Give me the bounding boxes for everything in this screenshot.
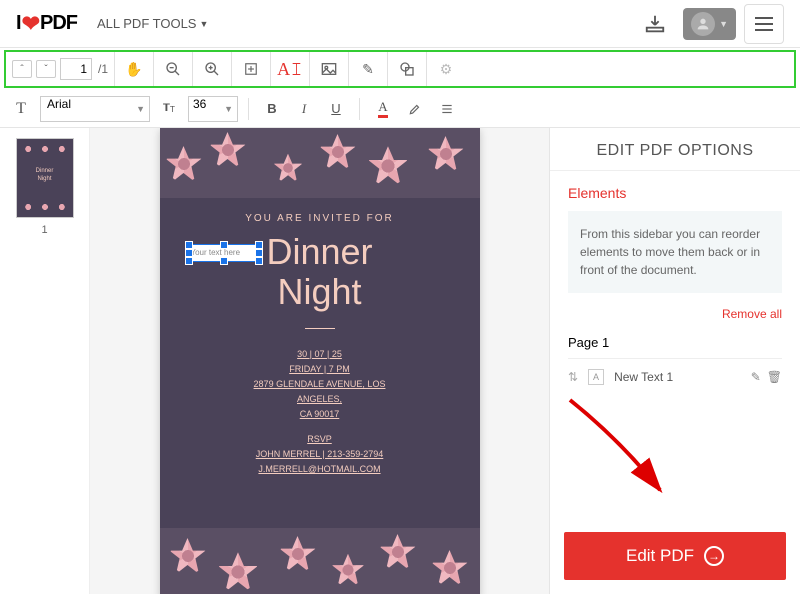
- delete-element-icon[interactable]: 🗑: [767, 370, 782, 384]
- address-line: 2879 GLENDALE AVENUE, LOS: [160, 377, 480, 392]
- resize-handle[interactable]: [185, 257, 193, 265]
- text-format-toolbar: T Arial ▼ 𝗧T 36 ▼ B I U A: [0, 90, 800, 128]
- caret-down-icon: ▼: [136, 104, 145, 114]
- caret-down-icon: ▼: [199, 19, 208, 29]
- day-text: FRIDAY | 7 PM: [160, 362, 480, 377]
- shapes-icon[interactable]: [394, 56, 420, 82]
- text-tool-icon[interactable]: T: [8, 96, 34, 122]
- hamburger-menu[interactable]: [744, 4, 784, 44]
- zoom-in-icon[interactable]: [199, 56, 225, 82]
- logo-i: I: [16, 12, 21, 35]
- size-value: 36: [193, 97, 206, 111]
- font-family-select[interactable]: Arial ▼: [40, 96, 150, 122]
- page-total: /1: [98, 62, 108, 76]
- font-size-icon: 𝗧T: [156, 96, 182, 122]
- text-element-icon: A: [588, 369, 604, 385]
- font-size-select[interactable]: 36 ▼: [188, 96, 238, 122]
- thumbnail-panel: DinnerNight 1: [0, 128, 90, 594]
- elements-section-label: Elements: [568, 185, 782, 201]
- reorder-icon[interactable]: ⇅: [568, 370, 578, 384]
- highlight-button[interactable]: [402, 96, 428, 122]
- selected-text-element[interactable]: Your text here: [188, 244, 260, 262]
- invited-text: YOU ARE INVITED FOR: [160, 213, 480, 224]
- spacing-button[interactable]: [434, 96, 460, 122]
- element-list-item[interactable]: ⇅ A New Text 1 ✎ 🗑: [568, 359, 782, 395]
- resize-handle[interactable]: [185, 241, 193, 249]
- page-thumbnail[interactable]: DinnerNight: [16, 138, 74, 218]
- main-toolbar: ˆ ˇ /1 ✋ A𝙸 ✎ ⚙: [4, 50, 796, 88]
- resize-handle[interactable]: [255, 257, 263, 265]
- resize-handle[interactable]: [220, 257, 228, 265]
- resize-handle[interactable]: [255, 249, 263, 257]
- hand-tool-icon[interactable]: ✋: [121, 56, 147, 82]
- fit-page-icon[interactable]: [238, 56, 264, 82]
- caret-down-icon: ▼: [719, 19, 728, 29]
- logo[interactable]: I ❤ PDF: [16, 11, 77, 37]
- contact-text: JOHN MERREL | 213-359-2794: [160, 447, 480, 462]
- element-name: New Text 1: [614, 370, 673, 384]
- address-line: ANGELES,: [160, 392, 480, 407]
- edit-pdf-button[interactable]: Edit PDF →: [564, 532, 786, 580]
- resize-handle[interactable]: [220, 241, 228, 249]
- download-icon[interactable]: [635, 4, 675, 44]
- edit-element-icon[interactable]: ✎: [751, 370, 761, 384]
- font-color-button[interactable]: A: [370, 96, 396, 122]
- resize-handle[interactable]: [255, 241, 263, 249]
- font-value: Arial: [47, 97, 71, 111]
- zoom-out-icon[interactable]: [160, 56, 186, 82]
- sidebar-title: EDIT PDF OPTIONS: [550, 128, 800, 171]
- account-menu[interactable]: ▼: [683, 8, 736, 40]
- next-page-button[interactable]: ˇ: [36, 60, 56, 78]
- email-text: J.MERRELL@HOTMAIL.COM: [160, 462, 480, 477]
- rsvp-label: RSVP: [160, 432, 480, 447]
- resize-handle[interactable]: [185, 249, 193, 257]
- italic-button[interactable]: I: [291, 96, 317, 122]
- heart-icon: ❤: [22, 11, 39, 37]
- date-text: 30 | 07 | 25: [160, 347, 480, 362]
- thumbnail-number: 1: [41, 224, 47, 236]
- arrow-right-circle-icon: →: [704, 546, 724, 566]
- add-text-icon[interactable]: A𝙸: [277, 56, 303, 82]
- options-sidebar: EDIT PDF OPTIONS Elements From this side…: [550, 128, 800, 594]
- caret-down-icon: ▼: [224, 104, 233, 114]
- page-number-input[interactable]: [60, 58, 92, 80]
- page-section-label: Page 1: [568, 335, 782, 359]
- info-box: From this sidebar you can reorder elemen…: [568, 211, 782, 293]
- settings-gear-icon[interactable]: ⚙: [433, 56, 459, 82]
- underline-button[interactable]: U: [323, 96, 349, 122]
- address-line: CA 90017: [160, 407, 480, 422]
- draw-icon[interactable]: ✎: [355, 56, 381, 82]
- canvas[interactable]: YOU ARE INVITED FOR DinnerNight 30 | 07 …: [90, 128, 550, 594]
- pdf-page[interactable]: YOU ARE INVITED FOR DinnerNight 30 | 07 …: [160, 128, 480, 594]
- remove-all-link[interactable]: Remove all: [568, 307, 782, 321]
- prev-page-button[interactable]: ˆ: [12, 60, 32, 78]
- main-area: DinnerNight 1 YOU ARE INVITED FOR Dinner…: [0, 128, 800, 594]
- avatar-icon: [691, 12, 715, 36]
- logo-pdf: PDF: [40, 12, 77, 35]
- bold-button[interactable]: B: [259, 96, 285, 122]
- add-image-icon[interactable]: [316, 56, 342, 82]
- topbar: I ❤ PDF ALL PDF TOOLS ▼ ▼: [0, 0, 800, 48]
- edit-pdf-label: Edit PDF: [626, 546, 694, 566]
- all-tools-label: ALL PDF TOOLS: [97, 16, 196, 31]
- all-tools-menu[interactable]: ALL PDF TOOLS ▼: [97, 16, 208, 31]
